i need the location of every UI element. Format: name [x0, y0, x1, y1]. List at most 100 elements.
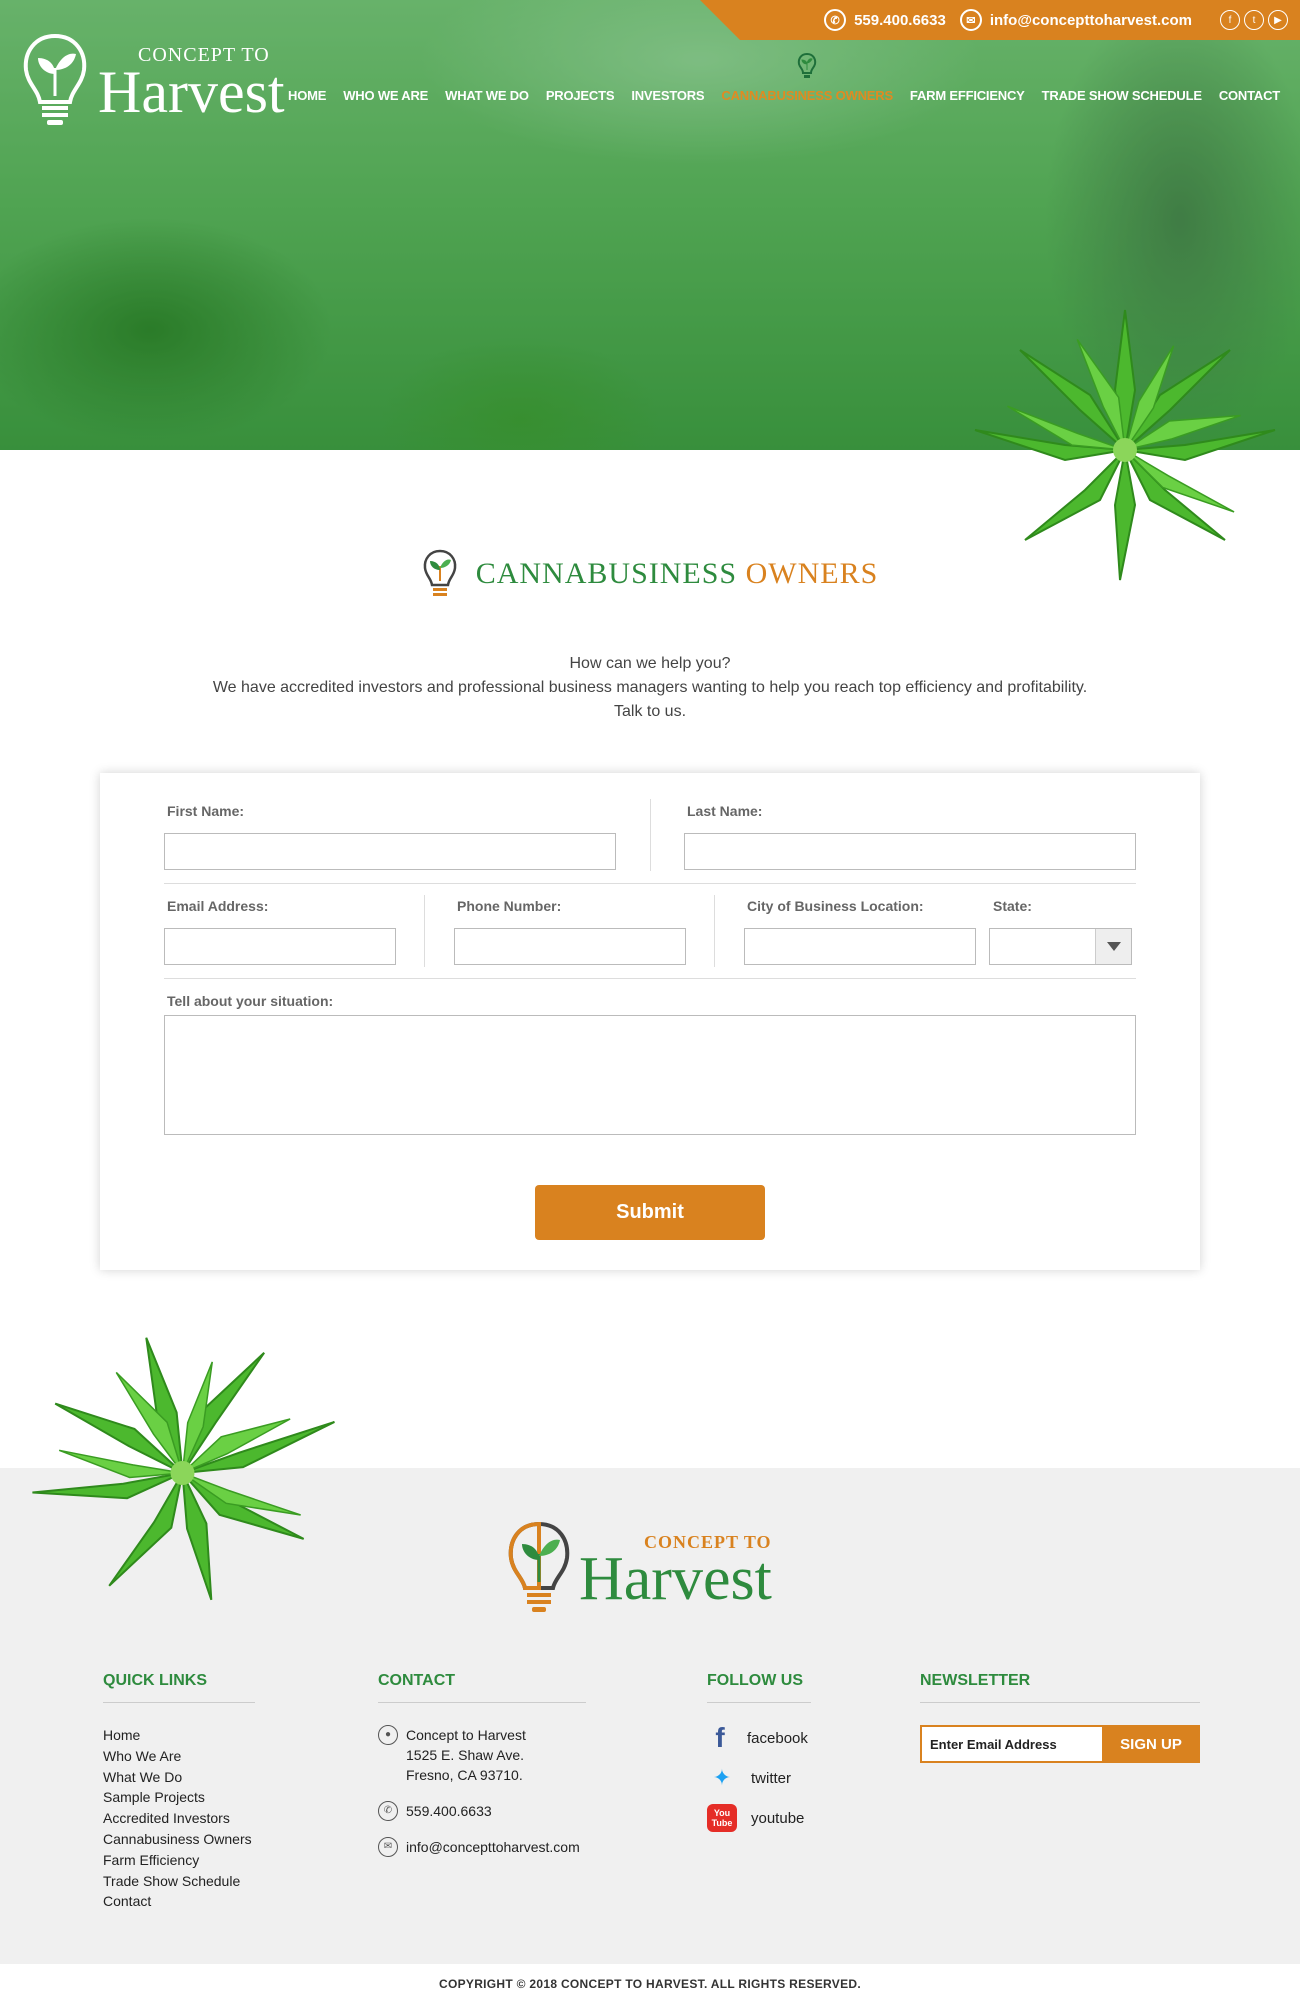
youtube-badge-text: You Tube	[712, 1808, 733, 1828]
quick-link-home[interactable]: Home	[103, 1725, 255, 1746]
youtube-badge-line-1: You	[713, 1808, 731, 1818]
quick-link-who-we-are[interactable]: Who We Are	[103, 1746, 255, 1767]
cannabis-leaf-image	[32, 1337, 335, 1601]
site-logo[interactable]: CONCEPT TO Harvest	[20, 30, 285, 130]
page-title-orange: OWNERS	[745, 557, 879, 590]
first-name-field[interactable]	[164, 833, 616, 870]
nav-active-bulb-icon	[797, 52, 817, 78]
contact-email[interactable]: ✉ info@concepttoharvest.com	[378, 1837, 586, 1857]
facebook-icon: f	[715, 1722, 725, 1753]
newsletter-column: NEWSLETTER SIGN UP	[920, 1672, 1200, 1763]
phone-field[interactable]	[454, 928, 686, 965]
topbar-email[interactable]: ✉ info@concepttoharvest.com	[959, 9, 1192, 31]
page-title: CANNABUSINESS OWNERS	[476, 557, 879, 591]
nav-investors[interactable]: INVESTORS	[631, 88, 704, 103]
intro-line-1: How can we help you?	[569, 655, 731, 672]
bulb-logo-icon	[23, 33, 87, 125]
footer-email-text: info@concepttoharvest.com	[406, 1839, 580, 1855]
follow-facebook[interactable]: f facebook	[707, 1722, 811, 1753]
divider	[650, 799, 651, 871]
divider	[164, 883, 1136, 884]
state-select[interactable]	[989, 928, 1132, 965]
intro-line-3: Talk to us.	[613, 703, 687, 720]
twitter-icon[interactable]: t	[1244, 10, 1264, 30]
last-name-label: Last Name:	[687, 803, 763, 819]
first-name-group: First Name:	[164, 803, 616, 870]
divider	[714, 895, 715, 967]
follow-youtube[interactable]: You Tube youtube	[707, 1804, 811, 1832]
main-nav: HOME WHO WE ARE WHAT WE DO PROJECTS INVE…	[288, 52, 1280, 103]
nav-what-we-do[interactable]: WHAT WE DO	[445, 88, 529, 103]
divider	[424, 895, 425, 967]
twitter-label: twitter	[751, 1769, 792, 1787]
youtube-icon[interactable]: ▶	[1268, 10, 1288, 30]
chevron-down-icon	[1095, 929, 1131, 964]
contact-phone[interactable]: ✆ 559.400.6633	[378, 1801, 586, 1821]
mail-icon: ✉	[378, 1837, 398, 1857]
location-pin-icon: ●	[378, 1725, 398, 1745]
address-line-3: Fresno, CA 93710.	[406, 1767, 523, 1783]
youtube-badge-line-2: Tube	[711, 1818, 733, 1828]
quick-link-sample-projects[interactable]: Sample Projects	[103, 1787, 255, 1808]
footer-bulb-logo-icon	[508, 1521, 570, 1612]
address-line-1: Concept to Harvest	[406, 1727, 526, 1743]
topbar-email-text: info@concepttoharvest.com	[989, 11, 1192, 29]
nav-trade-show-schedule[interactable]: TRADE SHOW SCHEDULE	[1042, 88, 1202, 103]
contact-title: CONTACT	[378, 1672, 586, 1703]
phone-label: Phone Number:	[457, 898, 562, 914]
cannabis-leaf-image	[974, 309, 1276, 581]
nav-home[interactable]: HOME	[288, 88, 326, 103]
twitter-icon: ✦	[712, 1765, 732, 1790]
contact-column: CONTACT ● Concept to Harvest 1525 E. Sha…	[378, 1672, 586, 1873]
first-name-label: First Name:	[167, 803, 245, 819]
quick-link-accredited-investors[interactable]: Accredited Investors	[103, 1808, 255, 1829]
quick-link-cannabusiness-owners[interactable]: Cannabusiness Owners	[103, 1829, 255, 1850]
situation-label: Tell about your situation:	[167, 993, 334, 1009]
situation-textarea[interactable]	[164, 1015, 1136, 1135]
newsletter-title: NEWSLETTER	[920, 1672, 1200, 1703]
bulb-head-icon	[423, 549, 457, 596]
facebook-label: facebook	[747, 1729, 808, 1747]
quick-links-column: QUICK LINKS Home Who We Are What We Do S…	[103, 1672, 255, 1912]
nav-who-we-are[interactable]: WHO WE ARE	[343, 88, 428, 103]
follow-column: FOLLOW US f facebook ✦ twitter You Tube y…	[707, 1672, 811, 1845]
intro-text: How can we help you? We have accredited …	[0, 652, 1300, 724]
follow-twitter[interactable]: ✦ twitter	[707, 1765, 811, 1791]
top-contact-bar: ✆ 559.400.6633 ✉ info@concepttoharvest.c…	[700, 0, 1300, 40]
phone-icon: ✆	[824, 9, 847, 31]
city-field[interactable]	[744, 928, 976, 965]
page-title-green: CANNABUSINESS	[475, 557, 738, 590]
last-name-field[interactable]	[684, 833, 1136, 870]
signup-button[interactable]: SIGN UP	[1102, 1725, 1200, 1763]
youtube-icon: You Tube	[707, 1804, 737, 1832]
topbar-phone[interactable]: ✆ 559.400.6633	[824, 9, 946, 31]
quick-link-trade-show-schedule[interactable]: Trade Show Schedule	[103, 1871, 255, 1892]
nav-projects[interactable]: PROJECTS	[546, 88, 615, 103]
newsletter-form: SIGN UP	[920, 1725, 1200, 1763]
nav-contact[interactable]: CONTACT	[1219, 88, 1280, 103]
facebook-icon[interactable]: f	[1220, 10, 1240, 30]
contact-form: First Name: Last Name: Email Address: Ph…	[100, 773, 1200, 1270]
contact-address: ● Concept to Harvest 1525 E. Shaw Ave. F…	[378, 1725, 586, 1785]
phone-icon: ✆	[378, 1801, 398, 1821]
city-label: City of Business Location:	[747, 898, 924, 914]
quick-link-farm-efficiency[interactable]: Farm Efficiency	[103, 1850, 255, 1871]
phone-group: Phone Number:	[454, 898, 686, 965]
topbar-social: f t ▶	[1220, 10, 1288, 30]
intro-line-2: We have accredited investors and profess…	[212, 679, 1088, 696]
quick-link-what-we-do[interactable]: What We Do	[103, 1767, 255, 1788]
newsletter-email-input[interactable]	[920, 1725, 1102, 1763]
quick-link-contact[interactable]: Contact	[103, 1891, 255, 1912]
city-group: City of Business Location:	[744, 898, 976, 965]
quick-links-title: QUICK LINKS	[103, 1672, 255, 1703]
footer-logo[interactable]: CONCEPT TO Harvest	[505, 1518, 772, 1618]
topbar-phone-text: 559.400.6633	[854, 11, 946, 29]
last-name-group: Last Name:	[684, 803, 1136, 870]
state-label: State:	[993, 898, 1032, 914]
email-field[interactable]	[164, 928, 396, 965]
situation-group: Tell about your situation:	[164, 993, 1136, 1135]
mail-icon: ✉	[959, 9, 982, 31]
nav-cannabusiness-owners[interactable]: CANNABUSINESS OWNERS	[721, 52, 893, 103]
nav-farm-efficiency[interactable]: FARM EFFICIENCY	[910, 88, 1025, 103]
submit-button[interactable]: Submit	[535, 1185, 765, 1240]
